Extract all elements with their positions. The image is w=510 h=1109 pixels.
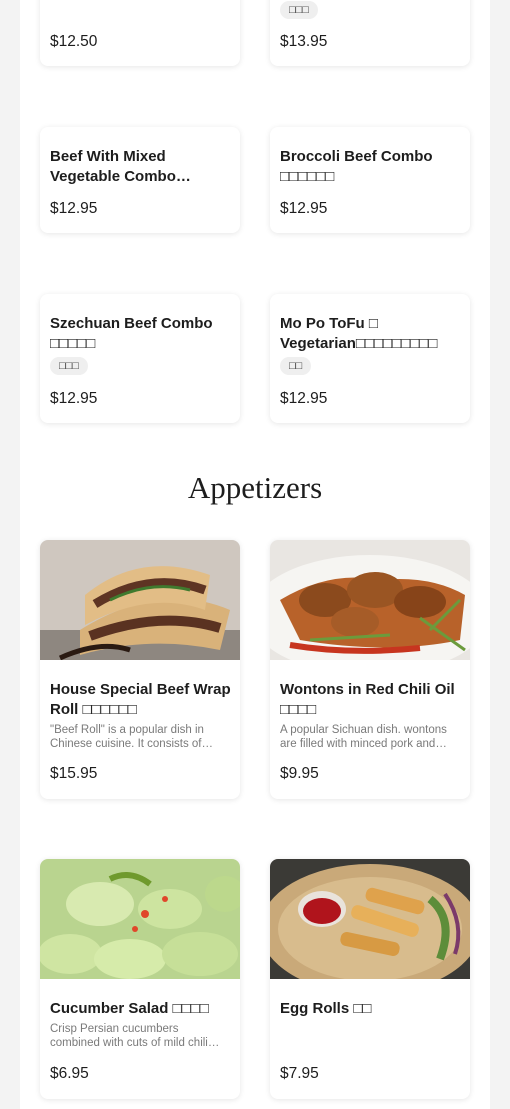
item-name: House Special Beef Wrap Roll □□□□□□	[50, 681, 231, 718]
menu-item-card[interactable]: Szechuan Beef Combo □□□□□ □□□ $12.95	[40, 294, 240, 423]
item-name: Szechuan Beef Combo □□□□□	[50, 315, 213, 352]
item-name: Mo Po ToFu □ Vegetarian□□□□□□□□□	[280, 315, 438, 352]
item-price: $9.95	[280, 765, 319, 782]
cucumber-salad-photo	[40, 859, 240, 979]
item-name: Broccoli Beef Combo □□□□□□	[280, 148, 433, 185]
menu-page: $12.50 □□□ $13.95 Beef With Mixed Vegeta…	[20, 0, 490, 1109]
menu-item-card[interactable]: $12.50	[40, 0, 240, 66]
item-price: $13.95	[280, 33, 328, 50]
menu-item-card[interactable]: Mo Po ToFu □ Vegetarian□□□□□□□□□ □□ $12.…	[270, 294, 470, 423]
item-price: $7.95	[280, 1065, 319, 1082]
item-price: $12.95	[50, 200, 98, 217]
section-title-appetizers: Appetizers	[187, 470, 323, 505]
beef-roll-photo	[40, 540, 240, 660]
item-description: "Beef Roll" is a popular dish in Chinese…	[50, 724, 204, 750]
item-name: Egg Rolls □□	[280, 1000, 372, 1017]
menu-item-card[interactable]: Broccoli Beef Combo □□□□□□ $12.95	[270, 127, 470, 233]
item-description: A popular Sichuan dish. wontons are fill…	[280, 724, 447, 750]
item-tag: □□□	[50, 357, 88, 375]
item-tag: □□	[280, 357, 312, 375]
item-price: $15.95	[50, 765, 98, 782]
wontons-photo	[270, 540, 470, 660]
menu-item-card[interactable]: House Special Beef Wrap Roll □□□□□□ "Bee…	[40, 540, 240, 799]
menu-item-card[interactable]: □□□ $13.95	[270, 0, 470, 66]
egg-rolls-photo	[270, 859, 470, 979]
item-price: $6.95	[50, 1065, 89, 1082]
item-tag: □□□	[280, 1, 318, 19]
item-name: Beef With Mixed Vegetable Combo □□□□□□	[50, 148, 176, 185]
item-price: $12.50	[50, 33, 98, 50]
menu-item-card[interactable]: Beef With Mixed Vegetable Combo □□□□□□ $…	[40, 127, 240, 233]
item-description: Crisp Persian cucumbers combined with cu…	[50, 1023, 208, 1049]
item-price: $12.95	[280, 390, 328, 407]
item-price: $12.95	[280, 200, 328, 217]
item-price: $12.95	[50, 390, 98, 407]
menu-item-card[interactable]: Wontons in Red Chili Oil □□□□ A popular …	[270, 540, 470, 799]
menu-item-card[interactable]: Cucumber Salad □□□□ Crisp Persian cucumb…	[40, 859, 240, 1099]
item-name: Wontons in Red Chili Oil □□□□	[280, 681, 455, 718]
menu-item-card[interactable]: Egg Rolls □□ $7.95	[270, 859, 470, 1099]
item-name: Cucumber Salad □□□□	[50, 1000, 209, 1017]
